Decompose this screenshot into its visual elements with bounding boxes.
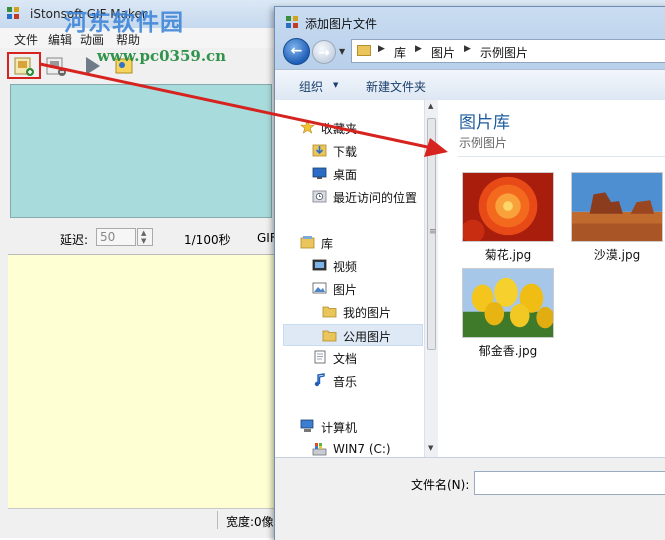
menu-file[interactable]: 文件 (14, 31, 38, 48)
libraries-icon (300, 236, 315, 249)
scroll-down-icon[interactable]: ▼ (428, 444, 433, 452)
nav-label: WIN7 (C:) (333, 442, 391, 456)
address-bar[interactable]: ▶ 库 ▶ 图片 ▶ 示例图片 (351, 39, 665, 63)
star-icon (300, 120, 315, 134)
computer-icon (300, 419, 314, 432)
folder-icon (322, 306, 337, 318)
frames-list[interactable] (8, 254, 274, 509)
music-icon (314, 373, 325, 387)
nav-documents[interactable]: 文档 (312, 348, 422, 368)
breadcrumb-arrow-icon[interactable]: ▶ (415, 44, 422, 54)
nav-my-pictures[interactable]: 我的图片 (322, 302, 422, 322)
nav-desktop[interactable]: 桌面 (312, 164, 422, 184)
file-name[interactable]: 菊花.jpg (462, 246, 554, 263)
recent-places-icon (312, 190, 327, 203)
folder-icon (357, 45, 371, 56)
folder-icon (322, 330, 337, 342)
site-watermark-url: www.pc0359.cn (97, 47, 227, 65)
navigation-pane: 收藏夹 下载 桌面 最近访问的位置 库 视频 图片 我的图片 公用图片 文档 音… (275, 100, 424, 457)
library-title: 图片库 (459, 113, 510, 133)
tulips-thumbnail[interactable] (462, 268, 554, 338)
nav-label: 音乐 (333, 375, 358, 389)
scroll-grip-icon: ≡ (429, 227, 437, 237)
nav-favorites[interactable]: 收藏夹 (300, 118, 420, 138)
add-image-files-dialog: 添加图片文件 ← → ▼ ▶ 库 ▶ 图片 ▶ 示例图片 组织 ▼ 新建文件夹 … (274, 6, 665, 540)
delay-label: 延迟: (60, 233, 89, 247)
nav-label: 最近访问的位置 (333, 191, 418, 205)
navigation-scrollbar[interactable]: ▲ ≡ ▼ (424, 100, 438, 457)
navigation-row: ← → ▼ ▶ 库 ▶ 图片 ▶ 示例图片 (275, 37, 665, 67)
dialog-footer: 文件名(N): (275, 457, 665, 540)
nav-recent-places[interactable]: 最近访问的位置 (312, 187, 424, 207)
filename-label: 文件名(N): (411, 478, 470, 492)
forward-button[interactable]: → (312, 40, 336, 64)
remove-image-button[interactable] (44, 54, 68, 78)
nav-downloads[interactable]: 下载 (312, 141, 422, 161)
organize-button[interactable]: 组织 (299, 78, 323, 95)
dialog-app-icon (286, 16, 298, 28)
spin-up-icon[interactable]: ▲ (141, 230, 146, 237)
dialog-title: 添加图片文件 (305, 17, 378, 31)
back-button[interactable]: ← (283, 38, 310, 65)
app-logo-icon (7, 7, 19, 19)
breadcrumb-pictures[interactable]: 图片 (431, 44, 455, 61)
nav-label: 我的图片 (343, 306, 392, 320)
arrow-left-icon: ← (290, 43, 303, 59)
site-watermark: 河东软件园 (64, 9, 184, 36)
preview-canvas (10, 84, 272, 218)
documents-icon (314, 350, 326, 364)
new-folder-button[interactable]: 新建文件夹 (366, 78, 426, 95)
file-name[interactable]: 沙漠.jpg (571, 246, 663, 263)
delay-bar: 延迟: 50 ▲ ▼ 1/100秒 GIF: (8, 225, 280, 253)
add-button-highlight-box (7, 52, 41, 79)
dialog-titlebar: 添加图片文件 (275, 7, 665, 37)
library-subtitle: 示例图片 (459, 136, 508, 150)
nav-public-pictures[interactable]: 公用图片 (283, 324, 423, 346)
nav-label: 计算机 (321, 421, 358, 435)
delay-unit: 1/100秒 (184, 233, 231, 247)
recent-locations-dropdown-icon[interactable]: ▼ (339, 47, 345, 56)
file-list-pane: 图片库 示例图片 菊花.jpg 沙漠.jpg 郁金香.jpg (438, 100, 665, 457)
windows-drive-icon (312, 443, 327, 456)
nav-label: 图片 (333, 283, 358, 297)
status-bar: 宽度:0像 (8, 508, 274, 531)
command-bar: 组织 ▼ 新建文件夹 (275, 69, 665, 101)
filename-input[interactable] (474, 471, 665, 495)
nav-pictures[interactable]: 图片 (312, 279, 422, 299)
chrysanthemum-thumbnail[interactable] (462, 172, 554, 242)
scrollbar-thumb[interactable]: ≡ (427, 118, 437, 350)
desktop-icon (312, 167, 327, 179)
spin-down-icon[interactable]: ▼ (141, 238, 146, 245)
file-name[interactable]: 郁金香.jpg (462, 342, 554, 359)
nav-label: 文档 (333, 352, 358, 366)
chevron-down-icon[interactable]: ▼ (333, 81, 338, 89)
nav-music[interactable]: 音乐 (312, 371, 422, 391)
breadcrumb-libraries[interactable]: 库 (394, 44, 406, 61)
breadcrumb-arrow-icon[interactable]: ▶ (378, 44, 385, 54)
pictures-icon (312, 282, 327, 294)
scroll-up-icon[interactable]: ▲ (428, 102, 433, 110)
nav-label: 库 (321, 237, 334, 251)
nav-label: 公用图片 (343, 330, 392, 344)
divider (458, 156, 665, 157)
status-width: 宽度:0像 (226, 515, 274, 529)
delay-spinner[interactable]: ▲ ▼ (137, 228, 153, 246)
arrow-right-icon: → (318, 45, 330, 61)
videos-icon (312, 259, 327, 271)
breadcrumb-sample-pictures[interactable]: 示例图片 (480, 44, 528, 61)
status-divider (217, 511, 218, 529)
breadcrumb-arrow-icon[interactable]: ▶ (464, 44, 471, 54)
nav-label: 下载 (333, 145, 358, 159)
desert-thumbnail[interactable] (571, 172, 663, 242)
nav-label: 视频 (333, 260, 358, 274)
nav-label: 收藏夹 (321, 122, 358, 136)
nav-computer[interactable]: 计算机 (300, 417, 420, 437)
delay-input[interactable]: 50 (96, 228, 136, 246)
downloads-folder-icon (312, 144, 327, 157)
nav-libraries[interactable]: 库 (300, 233, 420, 253)
nav-label: 桌面 (333, 168, 358, 182)
nav-videos[interactable]: 视频 (312, 256, 422, 276)
